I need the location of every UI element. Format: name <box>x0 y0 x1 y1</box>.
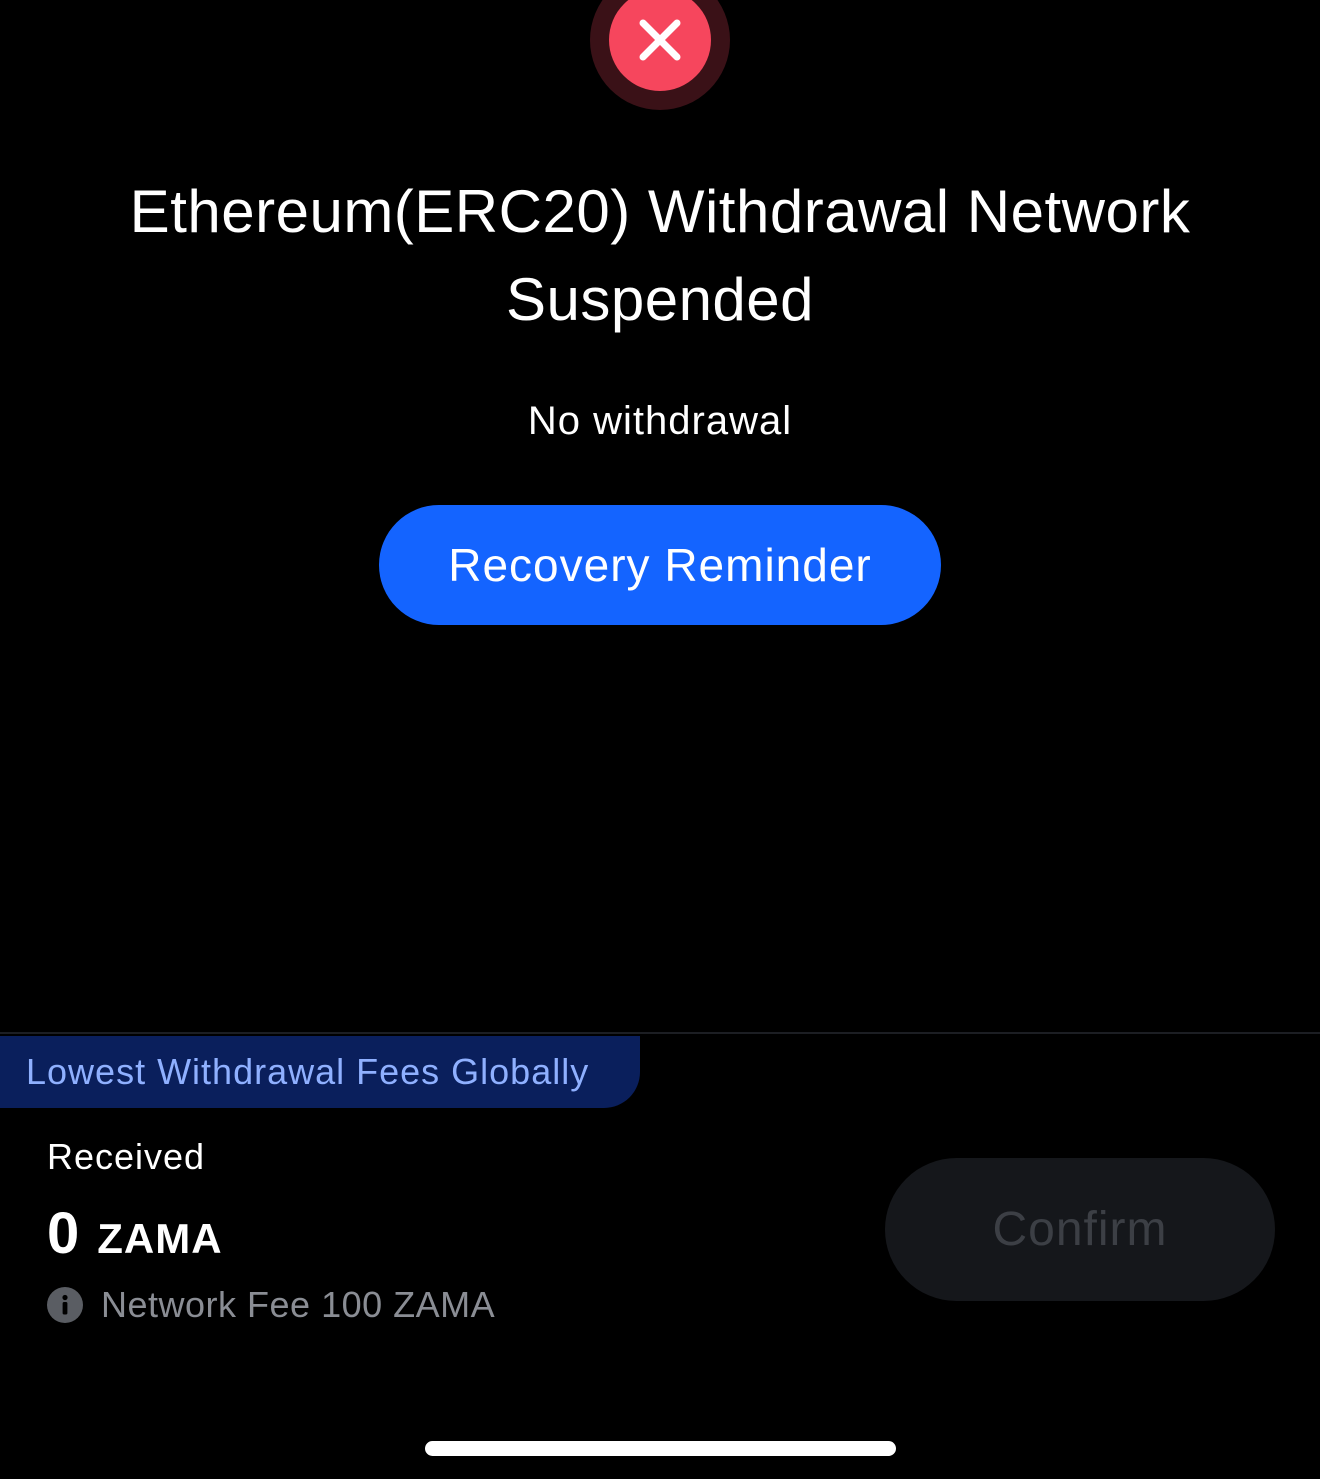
section-divider <box>0 1032 1320 1034</box>
recovery-reminder-button[interactable]: Recovery Reminder <box>379 505 941 625</box>
promo-badge-label: Lowest Withdrawal Fees Globally <box>26 1051 590 1092</box>
status-message: No withdrawal <box>527 399 793 443</box>
page-title: Ethereum(ERC20) Withdrawal Network Suspe… <box>129 178 1191 333</box>
network-fee-text: Network Fee 100 ZAMA <box>101 1284 496 1325</box>
error-status-badge <box>590 0 730 110</box>
home-indicator[interactable] <box>425 1441 896 1456</box>
close-icon <box>609 0 711 91</box>
confirm-button[interactable]: Confirm <box>885 1158 1275 1301</box>
received-amount: 0 ZAMA <box>47 1200 223 1267</box>
promo-badge: Lowest Withdrawal Fees Globally <box>0 1036 640 1108</box>
info-icon[interactable] <box>47 1287 83 1323</box>
network-fee-row: Network Fee 100 ZAMA <box>47 1284 495 1326</box>
received-label: Received <box>47 1136 206 1177</box>
amount-value: 0 <box>47 1201 80 1266</box>
amount-unit: ZAMA <box>97 1215 223 1262</box>
